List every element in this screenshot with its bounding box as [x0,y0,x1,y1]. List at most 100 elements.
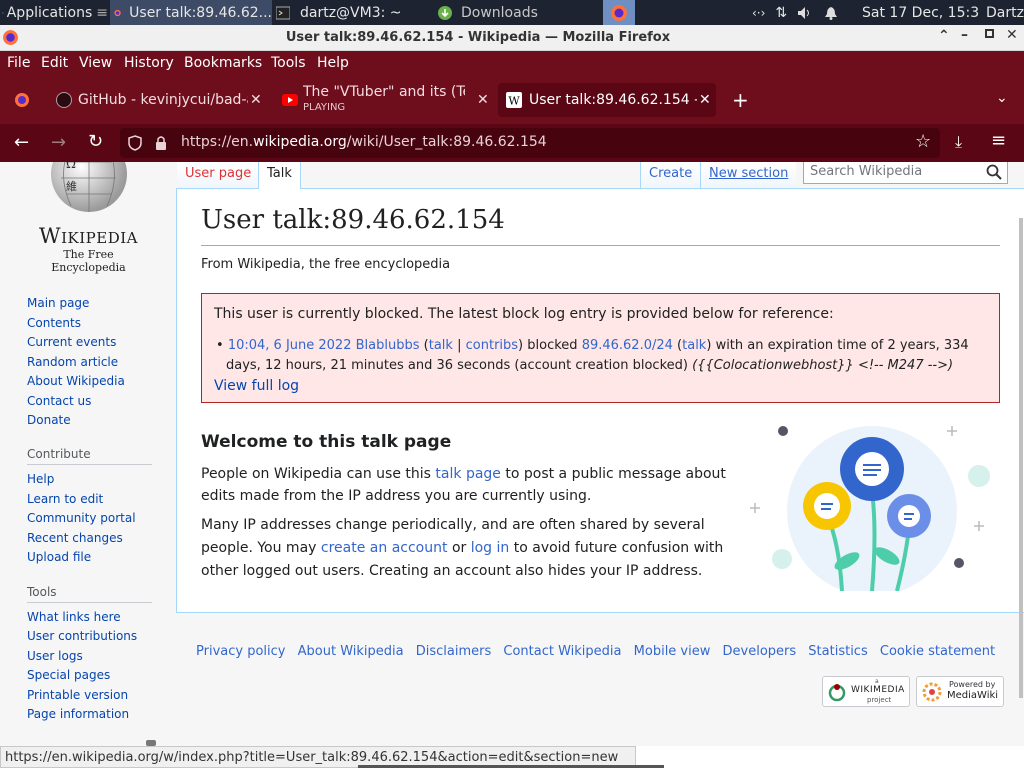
minimize-icon[interactable]: – [961,27,968,43]
footer-about[interactable]: About Wikipedia [298,644,404,659]
talk-page-link[interactable]: talk page [435,466,500,482]
wikipedia-wordmark[interactable]: Wikipedia [26,224,151,248]
sidebar-item-random-article[interactable]: Random article [27,355,118,369]
sidebar-item-printable-version[interactable]: Printable version [27,688,128,702]
footer-contact[interactable]: Contact Wikipedia [503,644,621,659]
task-downloads[interactable]: Downloads [436,0,596,25]
tab-vtuber[interactable]: The "VTuber" and its (Tec PLAYING ✕ [278,83,490,117]
window-titlebar: User talk:89.46.62.154 - Wikipedia — Moz… [0,25,1024,51]
tab-github[interactable]: GitHub - kevinjycui/bad-a ✕ [52,83,264,117]
sidebar-item-contact[interactable]: Contact us [27,394,91,408]
footer-privacy-policy[interactable]: Privacy policy [196,644,285,659]
list-all-tabs-icon[interactable]: ⌄ [996,90,1008,106]
tab-user-page[interactable]: User page [177,162,260,188]
footer-statistics[interactable]: Statistics [808,644,867,659]
search-input[interactable]: Search Wikipedia [803,162,1008,184]
blocked-range-link[interactable]: 89.46.62.0/24 [582,338,673,353]
footer-cookie-statement[interactable]: Cookie statement [880,644,995,659]
wikimedia-project-badge[interactable]: a WIKIMEDIA project [822,676,910,707]
sidebar-heading-contribute[interactable]: Contribute [27,447,91,461]
close-tab-icon[interactable]: ✕ [250,92,262,108]
downloads-icon[interactable]: ⤓ [955,132,962,152]
lock-icon[interactable] [155,135,167,151]
powered-by-mediawiki-badge[interactable]: Powered by MediaWiki [916,676,1004,707]
xfce-icon [2,11,4,14]
create-link[interactable]: Create [649,166,692,181]
block-admin-link[interactable]: Blablubbs [356,338,420,353]
menu-edit[interactable]: Edit [41,55,68,71]
sidebar-heading-tools[interactable]: Tools [27,585,57,599]
tab-create[interactable]: Create [640,162,701,188]
close-tab-icon[interactable]: ✕ [699,92,711,108]
user-menu[interactable]: Dartz [986,0,1024,25]
back-icon[interactable]: ← [14,132,29,153]
menu-bookmarks[interactable]: Bookmarks [184,55,262,71]
sidebar-item-help[interactable]: Help [27,472,54,486]
firefox-view-tab[interactable] [6,83,38,117]
sidebar-item-what-links-here[interactable]: What links here [27,610,121,624]
menu-help[interactable]: Help [317,55,349,71]
url-text[interactable]: https://en.wikipedia.org/wiki/User_talk:… [181,134,547,150]
bookmark-star-icon[interactable]: ☆ [915,131,931,152]
text: People on Wikipedia can use this [201,466,431,482]
task-firefox-pinned[interactable] [603,0,635,25]
sidebar-item-main-page[interactable]: Main page [27,296,89,310]
svg-text:Ω: Ω [66,162,76,171]
user-page-link[interactable]: User page [185,166,251,181]
shield-icon[interactable] [128,135,142,151]
sidebar-item-community-portal[interactable]: Community portal [27,511,136,525]
range-talk-link[interactable]: talk [682,338,706,353]
admin-talk-link[interactable]: talk [429,338,453,353]
log-in-link[interactable]: log in [471,540,510,556]
sidebar-item-about[interactable]: About Wikipedia [27,374,125,388]
tab-talk[interactable]: Talk [258,162,301,189]
sidebar-item-user-logs[interactable]: User logs [27,649,83,663]
footer-disclaimers[interactable]: Disclaimers [416,644,492,659]
new-section-link[interactable]: New section [709,166,788,181]
reload-icon[interactable]: ↻ [88,131,103,152]
footer-developers[interactable]: Developers [723,644,797,659]
menu-history[interactable]: History [124,55,174,71]
collapse-icon[interactable]: ⌃ [938,28,950,44]
new-tab-icon[interactable]: + [732,88,749,112]
sidebar-item-learn-to-edit[interactable]: Learn to edit [27,492,103,506]
sidebar-item-recent-changes[interactable]: Recent changes [27,531,123,545]
search-icon[interactable] [986,164,1002,180]
network-icon[interactable]: ‹·› [752,6,765,20]
task-terminal[interactable]: dartz@VM3: ~ [274,0,426,25]
vertical-scrollbar[interactable] [1019,218,1023,698]
transfer-icon[interactable]: ⇅ [775,5,787,21]
footer-mobile-view[interactable]: Mobile view [634,644,711,659]
window-title: User talk:89.46.62.154 - Wikipedia — Moz… [285,30,671,45]
notification-bell-icon[interactable] [825,6,838,20]
app-menu-icon[interactable]: ≡ [991,130,1006,151]
tab-user-talk[interactable]: W User talk:89.46.62.154 - ✕ [498,83,716,117]
menu-view[interactable]: View [79,55,112,71]
sidebar-item-special-pages[interactable]: Special pages [27,668,110,682]
menu-file[interactable]: File [7,55,30,71]
sidebar-item-page-information[interactable]: Page information [27,707,129,721]
sidebar-item-user-contributions[interactable]: User contributions [27,629,137,643]
menu-tools[interactable]: Tools [271,55,306,71]
url-bar[interactable]: https://en.wikipedia.org/wiki/User_talk:… [120,128,940,158]
create-account-link[interactable]: create an account [321,540,448,556]
close-window-icon[interactable]: ✕ [1006,27,1018,43]
tab-new-section[interactable]: New section [700,162,797,188]
task-firefox[interactable]: User talk:89.46.62... [110,0,272,25]
close-tab-icon[interactable]: ✕ [477,92,489,108]
sidebar-item-current-events[interactable]: Current events [27,335,116,349]
search-placeholder: Search Wikipedia [810,164,923,179]
applications-menu[interactable]: Applications ≡ [0,0,108,25]
volume-icon[interactable] [797,6,813,20]
admin-contribs-link[interactable]: contribs [466,338,518,353]
clock[interactable]: Sat 17 Dec, 15:30 [862,0,980,25]
sidebar-item-contents[interactable]: Contents [27,316,81,330]
maximize-icon[interactable] [985,29,994,38]
sidebar-item-donate[interactable]: Donate [27,413,71,427]
view-full-log-link[interactable]: View full log [214,378,299,394]
task-label: dartz@VM3: ~ [300,4,402,21]
wikipedia-globe-icon[interactable]: Ω 維 [36,162,142,220]
block-time-link[interactable]: 10:04, 6 June 2022 [228,338,352,353]
forward-icon[interactable]: → [51,132,66,153]
sidebar-item-upload-file[interactable]: Upload file [27,550,91,564]
